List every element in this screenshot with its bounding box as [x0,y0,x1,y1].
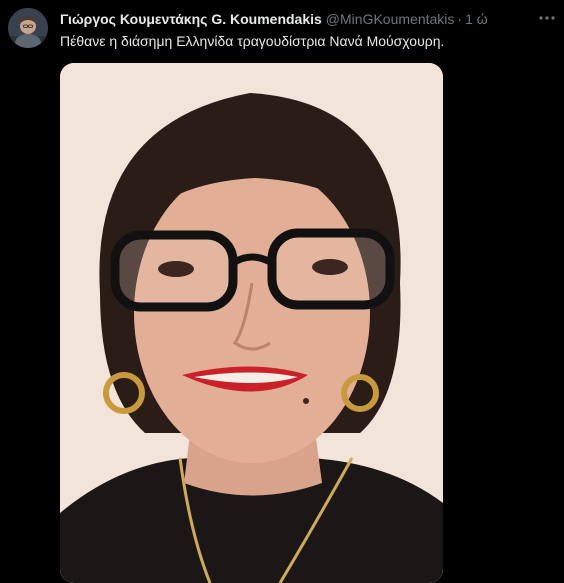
tweet-timestamp[interactable]: 1 ώ [465,11,488,27]
separator-dot: · [457,11,463,27]
more-horizontal-icon [539,16,555,20]
more-options-button[interactable] [536,8,558,28]
author-avatar[interactable] [8,8,48,48]
author-handle[interactable]: @MinGKoumentakis [326,11,455,27]
author-display-name[interactable]: Γιώργος Κουμεντάκης G. Koumendakis [60,11,322,27]
tweet-text: Πέθανε η διάσημη Ελληνίδα τραγουδίστρια … [60,33,445,49]
portrait-photo [60,63,443,583]
tweet: Γιώργος Κουμεντάκης G. Koumendakis @MinGK… [0,0,564,583]
tweet-photo[interactable] [60,63,443,583]
user-avatar-icon [8,8,48,48]
tweet-header: Γιώργος Κουμεντάκης G. Koumendakis @MinGK… [60,9,534,29]
